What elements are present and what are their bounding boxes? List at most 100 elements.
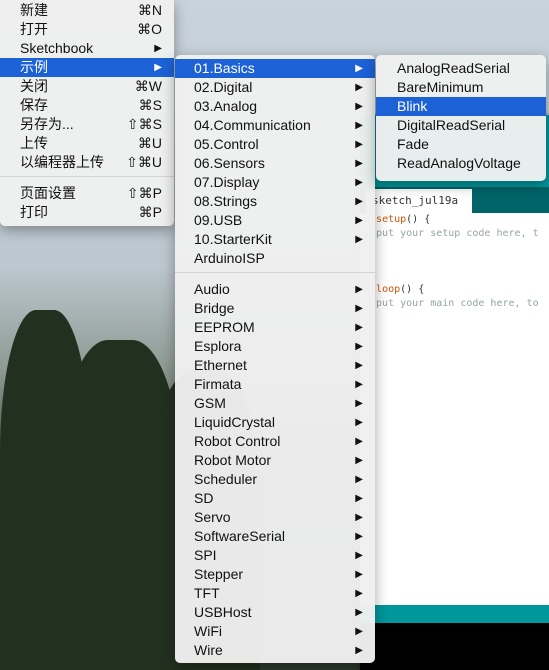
examples-menu-item[interactable]: Audio ▶	[175, 280, 375, 299]
menu-item-label: Fade	[397, 136, 429, 152]
examples-menu-item[interactable]: Scheduler ▶	[175, 470, 375, 489]
submenu-arrow-icon: ▶	[355, 322, 363, 333]
examples-menu-item[interactable]: Esplora ▶	[175, 337, 375, 356]
code-editor[interactable]: d setup() { / put your setup code here, …	[360, 213, 549, 311]
menu-item-label: Wire	[194, 642, 223, 658]
examples-menu-item[interactable]: Wire ▶	[175, 641, 375, 660]
code-line: d loop() {	[364, 284, 425, 295]
examples-menu-item[interactable]: GSM ▶	[175, 394, 375, 413]
menu-item-label: 03.Analog	[194, 98, 258, 114]
examples-menu-item[interactable]: LiquidCrystal ▶	[175, 413, 375, 432]
submenu-arrow-icon: ▶	[355, 474, 363, 485]
examples-menu-item[interactable]: 06.Sensors ▶	[175, 154, 375, 173]
menu-item-label: Robot Motor	[194, 452, 272, 468]
shortcut-label: ⌘W	[134, 78, 162, 94]
submenu-arrow-icon: ▶	[355, 234, 363, 245]
file-menu-item[interactable]: 以编程器上传 ⇧⌘U	[0, 153, 174, 172]
examples-menu-item[interactable]: Firmata ▶	[175, 375, 375, 394]
examples-menu-item[interactable]: Bridge ▶	[175, 299, 375, 318]
basics-menu-item[interactable]: Fade	[376, 135, 546, 154]
file-menu-item[interactable]: 新建 ⌘N	[0, 1, 174, 20]
examples-menu-item[interactable]: 09.USB ▶	[175, 211, 375, 230]
file-menu-item[interactable]: 打开 ⌘O	[0, 20, 174, 39]
menu-item-label: ReadAnalogVoltage	[397, 155, 521, 171]
shortcut-label: ⌘S	[138, 97, 162, 113]
menu-item-label: Audio	[194, 281, 230, 297]
examples-menu-item[interactable]: 03.Analog ▶	[175, 97, 375, 116]
submenu-arrow-icon: ▶	[355, 303, 363, 314]
menu-item-label: 09.USB	[194, 212, 243, 228]
submenu-arrow-icon: ▶	[355, 607, 363, 618]
submenu-arrow-icon: ▶	[355, 645, 363, 656]
menu-item-label: LiquidCrystal	[194, 414, 275, 430]
examples-menu-item[interactable]: 10.StarterKit ▶	[175, 230, 375, 249]
examples-menu-item[interactable]: 04.Communication ▶	[175, 116, 375, 135]
examples-menu-item[interactable]: 07.Display ▶	[175, 173, 375, 192]
submenu-arrow-icon: ▶	[355, 493, 363, 504]
examples-menu-item[interactable]: USBHost ▶	[175, 603, 375, 622]
menu-separator	[0, 176, 174, 177]
menu-item-label: 01.Basics	[194, 60, 255, 76]
submenu-arrow-icon: ▶	[355, 550, 363, 561]
shortcut-label: ⌘O	[137, 21, 162, 37]
examples-menu-item[interactable]: SoftwareSerial ▶	[175, 527, 375, 546]
examples-menu-item[interactable]: Ethernet ▶	[175, 356, 375, 375]
shortcut-label: ⇧⌘S	[126, 116, 162, 132]
menu-item-label: BareMinimum	[397, 79, 484, 95]
shortcut-label: ⌘N	[137, 2, 162, 18]
console-header	[360, 605, 549, 623]
examples-menu-item[interactable]: TFT ▶	[175, 584, 375, 603]
submenu-arrow-icon: ▶	[355, 196, 363, 207]
examples-menu-item[interactable]: 05.Control ▶	[175, 135, 375, 154]
code-line: / put your main code here, to	[364, 298, 539, 309]
examples-submenu: 01.Basics ▶ 02.Digital ▶ 03.Analog ▶ 04.Commun…	[175, 55, 375, 663]
file-menu-item[interactable]: 打印 ⌘P	[0, 203, 174, 222]
code-line: d setup() {	[364, 214, 431, 225]
submenu-arrow-icon: ▶	[355, 512, 363, 523]
menu-item-label: SoftwareSerial	[194, 528, 286, 544]
menu-item-label: Sketchbook	[20, 40, 94, 56]
file-menu-item[interactable]: Sketchbook ▶	[0, 39, 174, 58]
file-menu-item[interactable]: 另存为... ⇧⌘S	[0, 115, 174, 134]
file-menu-item[interactable]: 关闭 ⌘W	[0, 77, 174, 96]
file-menu-item[interactable]: 上传 ⌘U	[0, 134, 174, 153]
submenu-arrow-icon: ▶	[355, 455, 363, 466]
menu-item-label: TFT	[194, 585, 220, 601]
examples-menu-item[interactable]: ArduinoISP	[175, 249, 375, 268]
basics-menu-item[interactable]: BareMinimum	[376, 78, 546, 97]
menu-item-label: 示例	[20, 59, 48, 75]
basics-menu-item[interactable]: ReadAnalogVoltage	[376, 154, 546, 173]
basics-menu-item[interactable]: Blink	[376, 97, 546, 116]
file-menu-item[interactable]: 示例 ▶	[0, 58, 174, 77]
submenu-arrow-icon: ▶	[355, 177, 363, 188]
menu-item-label: GSM	[194, 395, 226, 411]
examples-menu-item[interactable]: Robot Motor ▶	[175, 451, 375, 470]
sketch-tab[interactable]: sketch_jul19a	[366, 189, 472, 213]
examples-menu-item[interactable]: 08.Strings ▶	[175, 192, 375, 211]
examples-menu-item[interactable]: Stepper ▶	[175, 565, 375, 584]
menu-item-label: 打开	[20, 21, 48, 37]
file-menu-item[interactable]: 页面设置 ⇧⌘P	[0, 184, 174, 203]
menu-item-label: 06.Sensors	[194, 155, 265, 171]
submenu-arrow-icon: ▶	[355, 120, 363, 131]
basics-menu-item[interactable]: DigitalReadSerial	[376, 116, 546, 135]
examples-menu-item[interactable]: 01.Basics ▶	[175, 59, 375, 78]
menu-item-label: Robot Control	[194, 433, 281, 449]
examples-menu-item[interactable]: SPI ▶	[175, 546, 375, 565]
menu-item-label: Esplora	[194, 338, 242, 354]
examples-menu-item[interactable]: WiFi ▶	[175, 622, 375, 641]
basics-menu-item[interactable]: AnalogReadSerial	[376, 59, 546, 78]
file-menu-item[interactable]: 保存 ⌘S	[0, 96, 174, 115]
submenu-arrow-icon: ▶	[355, 82, 363, 93]
menu-item-label: 另存为...	[20, 116, 74, 132]
menu-item-label: WiFi	[194, 623, 222, 639]
examples-menu-item[interactable]: 02.Digital ▶	[175, 78, 375, 97]
examples-menu-item[interactable]: Servo ▶	[175, 508, 375, 527]
menu-item-label: ArduinoISP	[194, 250, 265, 266]
menu-item-label: Blink	[397, 98, 428, 114]
examples-menu-item[interactable]: EEPROM ▶	[175, 318, 375, 337]
basics-submenu: AnalogReadSerial BareMinimum Blink DigitalR…	[376, 55, 546, 181]
examples-menu-item[interactable]: Robot Control ▶	[175, 432, 375, 451]
examples-menu-item[interactable]: SD ▶	[175, 489, 375, 508]
